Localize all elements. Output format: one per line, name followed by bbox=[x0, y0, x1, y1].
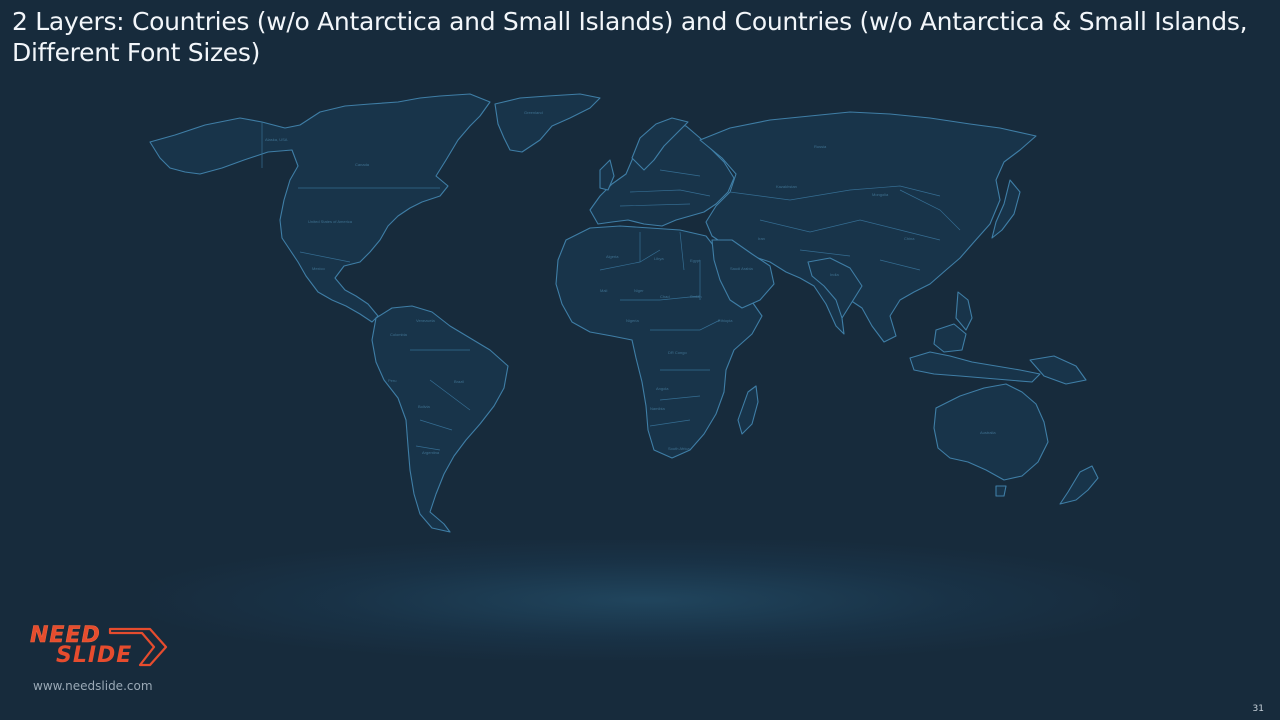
label-south-africa: South Africa bbox=[668, 446, 690, 451]
indonesia-landmass bbox=[909, 351, 1041, 383]
label-alaska: Alaska, USA bbox=[265, 137, 288, 142]
tasmania-landmass bbox=[995, 485, 1007, 497]
label-saudi-arabia: Saudi Arabia bbox=[730, 266, 753, 271]
borneo-landmass bbox=[933, 323, 967, 353]
world-map: Alaska, USA Canada United States of Amer… bbox=[149, 93, 1099, 533]
philippines-landmass bbox=[955, 291, 973, 331]
greenland-landmass bbox=[494, 93, 601, 153]
label-canada: Canada bbox=[355, 162, 370, 167]
label-libya: Libya bbox=[654, 256, 664, 261]
label-russia: Russia bbox=[814, 144, 827, 149]
label-usa: United States of America bbox=[308, 219, 353, 224]
label-argentina: Argentina bbox=[422, 450, 440, 455]
label-niger: Niger bbox=[634, 288, 644, 293]
madagascar-landmass bbox=[737, 385, 759, 435]
new-zealand-landmass bbox=[1059, 465, 1099, 505]
label-egypt: Egypt bbox=[690, 258, 701, 263]
website-url: www.needslide.com bbox=[33, 679, 153, 693]
label-mongolia: Mongolia bbox=[872, 192, 889, 197]
label-australia: Australia bbox=[980, 430, 996, 435]
label-chad: Chad bbox=[660, 294, 670, 299]
label-angola: Angola bbox=[656, 386, 669, 391]
label-peru: Peru bbox=[388, 378, 396, 383]
label-iran: Iran bbox=[758, 236, 765, 241]
label-drc: DR Congo bbox=[668, 350, 687, 355]
label-brazil: Brazil bbox=[454, 379, 464, 384]
label-kazakhstan: Kazakhstan bbox=[776, 184, 797, 189]
new-guinea-landmass bbox=[1029, 355, 1087, 385]
label-china: China bbox=[904, 236, 915, 241]
label-nigeria: Nigeria bbox=[626, 318, 639, 323]
needslide-logo: NEED SLIDE bbox=[26, 624, 171, 670]
label-sudan: Sudan bbox=[690, 294, 702, 299]
north-america-landmass bbox=[149, 93, 491, 323]
label-algeria: Algeria bbox=[606, 254, 619, 259]
label-bolivia: Bolivia bbox=[418, 404, 431, 409]
label-greenland: Greenland bbox=[524, 110, 543, 115]
south-america-landmass bbox=[371, 305, 509, 533]
label-venezuela: Venezuela bbox=[416, 318, 435, 323]
label-namibia: Namibia bbox=[650, 406, 665, 411]
label-mali: Mali bbox=[600, 288, 607, 293]
page-number: 31 bbox=[1252, 704, 1264, 714]
label-colombia: Colombia bbox=[390, 332, 408, 337]
label-ethiopia: Ethiopia bbox=[718, 318, 733, 323]
logo-arrow-icon bbox=[108, 627, 168, 667]
label-mexico: Mexico bbox=[312, 266, 325, 271]
label-india: India bbox=[830, 272, 839, 277]
